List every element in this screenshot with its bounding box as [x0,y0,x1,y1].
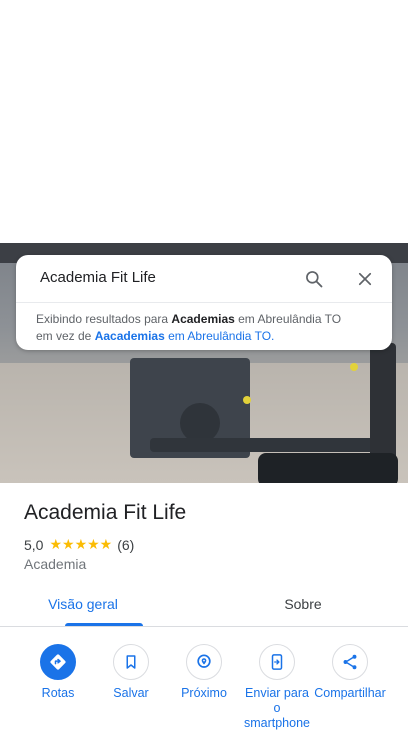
tab-overview[interactable]: Visão geral [24,596,142,612]
action-label: Salvar [113,686,149,700]
nearby-icon [186,644,222,680]
close-button[interactable] [351,265,379,293]
action-label: Compartilhar [314,686,386,700]
directions-icon [40,644,76,680]
original-query-link[interactable]: Aacademias em Abreulândia TO. [95,329,275,343]
star-rating-icon: ★★★★★ [49,536,113,552]
close-icon [358,272,372,286]
search-icon [306,271,323,288]
share-icon [332,644,368,680]
send-to-phone-icon [259,644,295,680]
photo-handle [350,363,358,371]
photo-handle [243,396,251,404]
bookmark-icon [113,644,149,680]
place-category[interactable]: Academia [24,556,86,572]
action-label: Enviar para o smartphone [243,686,310,730]
nearby-button[interactable]: Próximo [168,644,240,701]
original-location: em Abreulândia TO. [164,329,275,343]
photo-machine-arm [180,403,220,443]
search-button[interactable] [300,265,328,293]
divider [0,626,408,627]
notice-text: em vez de [36,329,95,343]
directions-button[interactable]: Rotas [22,644,94,701]
tab-about[interactable]: Sobre [244,596,362,612]
photo-pad [258,453,398,483]
search-card: Academia Fit Life Exibindo resultados pa… [16,255,392,350]
action-label: Próximo [181,686,227,700]
spelling-notice: Exibindo resultados para Academias em Ab… [36,311,376,345]
notice-term: Academias [171,312,235,326]
photo-machine-base [150,438,390,452]
review-count[interactable]: (6) [117,537,134,553]
share-button[interactable]: Compartilhar [314,644,386,701]
search-input[interactable]: Academia Fit Life [40,269,156,286]
action-label: Rotas [41,686,75,700]
rating-value: 5,0 [24,536,44,553]
original-term: Aacademias [94,329,165,343]
place-title: Academia Fit Life [24,501,187,524]
save-button[interactable]: Salvar [95,644,167,701]
notice-location: em Abreulândia TO [234,312,342,326]
notice-text: Exibindo resultados para [36,312,172,326]
divider [16,302,392,303]
rating-row[interactable]: 5,0 ★★★★★ (6) [24,536,134,553]
send-to-phone-button[interactable]: Enviar para o smartphone [241,644,313,731]
